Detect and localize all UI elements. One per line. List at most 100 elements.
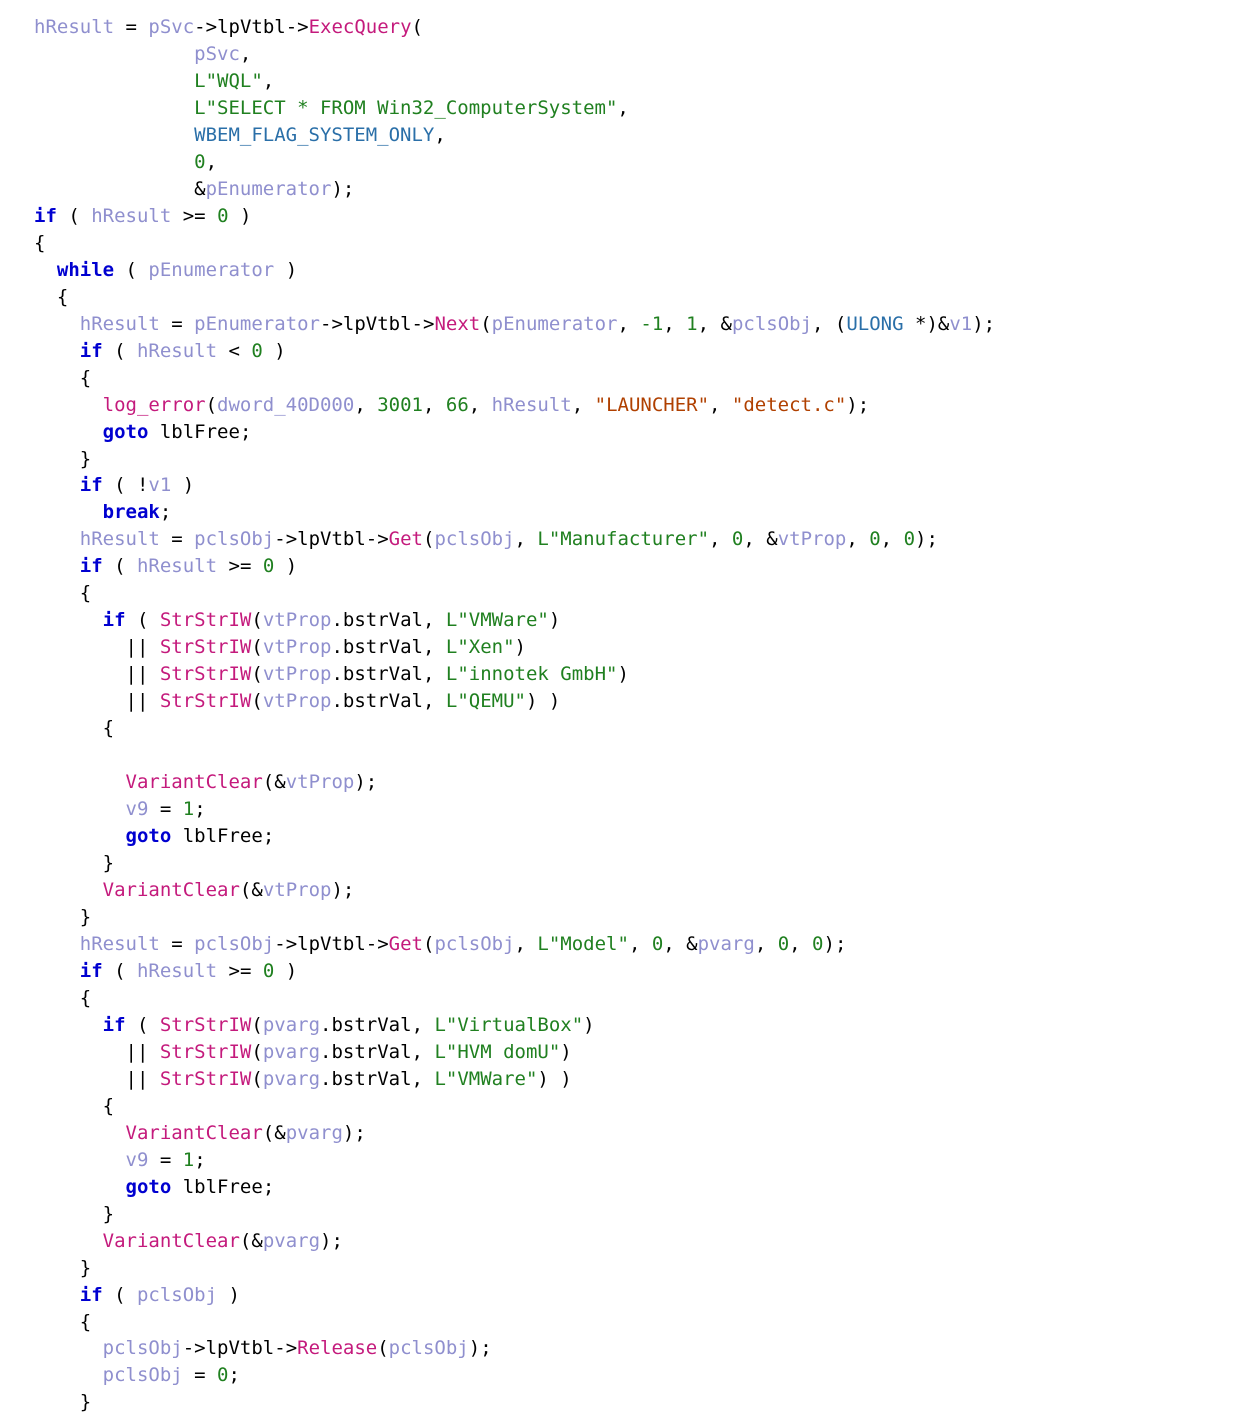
token-num: 0: [217, 205, 228, 227]
token-op: ): [549, 609, 560, 631]
token-v: pclsObj: [434, 528, 514, 550]
token-v: hResult: [137, 340, 217, 362]
token-lbl: lblFree: [183, 1176, 263, 1198]
token-str: L"VirtualBox": [434, 1014, 583, 1036]
token-op: ->: [274, 528, 297, 550]
token-op: ): [560, 1041, 571, 1063]
token-op: (: [126, 1014, 160, 1036]
token-fn: StrStrIW: [160, 1041, 252, 1063]
token-op: ,: [423, 663, 446, 685]
token-op: ;: [240, 421, 251, 443]
token-fn: Get: [389, 528, 423, 550]
token-v: pclsObj: [103, 1337, 183, 1359]
code-line: goto lblFree;: [34, 825, 274, 847]
token-op: ): [515, 636, 526, 658]
token-op: [34, 124, 194, 146]
token-op: ->: [274, 933, 297, 955]
code-line: hResult = pSvc->lpVtbl->ExecQuery(: [34, 16, 423, 38]
code-line: pclsObj->lpVtbl->Release(pclsObj);: [34, 1337, 492, 1359]
token-op: ): [217, 1284, 240, 1306]
token-op: (: [251, 663, 262, 685]
token-op: (: [103, 1284, 137, 1306]
token-mem: bstrVal: [343, 663, 423, 685]
token-op: {: [34, 232, 45, 254]
token-op: (: [103, 555, 137, 577]
token-op: [34, 340, 80, 362]
token-op: (&: [263, 771, 286, 793]
token-v: vtProp: [263, 663, 332, 685]
code-line: {: [34, 987, 91, 1009]
token-op: ,: [469, 394, 492, 416]
token-op: }: [34, 1257, 91, 1279]
code-line: if ( hResult >= 0 ): [34, 960, 297, 982]
token-op: }: [34, 448, 91, 470]
token-op: );: [320, 1230, 343, 1252]
token-op: (: [423, 528, 434, 550]
token-op: {: [34, 987, 91, 1009]
token-op: .: [331, 609, 342, 631]
token-fn: StrStrIW: [160, 1014, 252, 1036]
token-op: ): [274, 259, 297, 281]
token-op: *)&: [904, 313, 950, 335]
token-op: [34, 259, 57, 281]
token-op: (: [423, 933, 434, 955]
token-op: ,: [709, 394, 732, 416]
token-num: 1: [183, 1149, 194, 1171]
token-v: pSvc: [148, 16, 194, 38]
token-op: {: [34, 1311, 91, 1333]
token-v: vtProp: [286, 771, 355, 793]
code-line: || StrStrIW(pvarg.bstrVal, L"VMWare") ): [34, 1068, 572, 1090]
token-op: >=: [217, 555, 263, 577]
token-kw: if: [80, 555, 103, 577]
token-num: 0: [251, 340, 262, 362]
token-kw: if: [103, 1014, 126, 1036]
code-line: || StrStrIW(pvarg.bstrVal, L"HVM domU"): [34, 1041, 572, 1063]
code-line: VariantClear(&pvarg);: [34, 1230, 343, 1252]
token-op: [34, 1337, 103, 1359]
token-v: hResult: [492, 394, 572, 416]
token-op: ->: [366, 933, 389, 955]
token-v: hResult: [91, 205, 171, 227]
code-line: VariantClear(&pvarg);: [34, 1122, 366, 1144]
token-op: =: [160, 313, 194, 335]
token-v: v1: [949, 313, 972, 335]
token-op: [34, 1149, 126, 1171]
token-fn: log_error: [103, 394, 206, 416]
code-line: || StrStrIW(vtProp.bstrVal, L"Xen"): [34, 636, 526, 658]
token-op: (: [114, 259, 148, 281]
token-fn: StrStrIW: [160, 1068, 252, 1090]
token-v: vtProp: [263, 690, 332, 712]
code-line: while ( pEnumerator ): [34, 259, 297, 281]
code-line: goto lblFree;: [34, 1176, 274, 1198]
token-kw: while: [57, 259, 114, 281]
token-str: L"SELECT * FROM Win32_ComputerSystem": [194, 97, 617, 119]
token-op: [34, 394, 103, 416]
token-v: pEnumerator: [194, 313, 320, 335]
code-line: log_error(dword_40D000, 3001, 66, hResul…: [34, 394, 869, 416]
token-op: [34, 474, 80, 496]
token-op: [34, 70, 194, 92]
token-op: ,: [846, 528, 869, 550]
token-v: hResult: [137, 555, 217, 577]
token-fn: VariantClear: [126, 1122, 263, 1144]
token-op: ->: [320, 313, 343, 335]
token-fn: StrStrIW: [160, 636, 252, 658]
token-op: =: [160, 528, 194, 550]
token-op: =: [183, 1364, 217, 1386]
token-op: ): [583, 1014, 594, 1036]
token-str: L"WQL": [194, 70, 263, 92]
token-op: ;: [229, 1364, 240, 1386]
code-line: hResult = pclsObj->lpVtbl->Get(pclsObj, …: [34, 528, 938, 550]
token-op: (: [480, 313, 491, 335]
code-line: {: [34, 582, 91, 604]
token-op: ,: [206, 151, 217, 173]
token-kw: if: [80, 1284, 103, 1306]
token-v: hResult: [80, 933, 160, 955]
token-v: vtProp: [263, 636, 332, 658]
token-v: pvarg: [263, 1230, 320, 1252]
token-op: [34, 609, 103, 631]
token-op: [34, 1230, 103, 1252]
token-str: L"Manufacturer": [537, 528, 709, 550]
token-op: [34, 1364, 103, 1386]
token-op: (: [126, 609, 160, 631]
